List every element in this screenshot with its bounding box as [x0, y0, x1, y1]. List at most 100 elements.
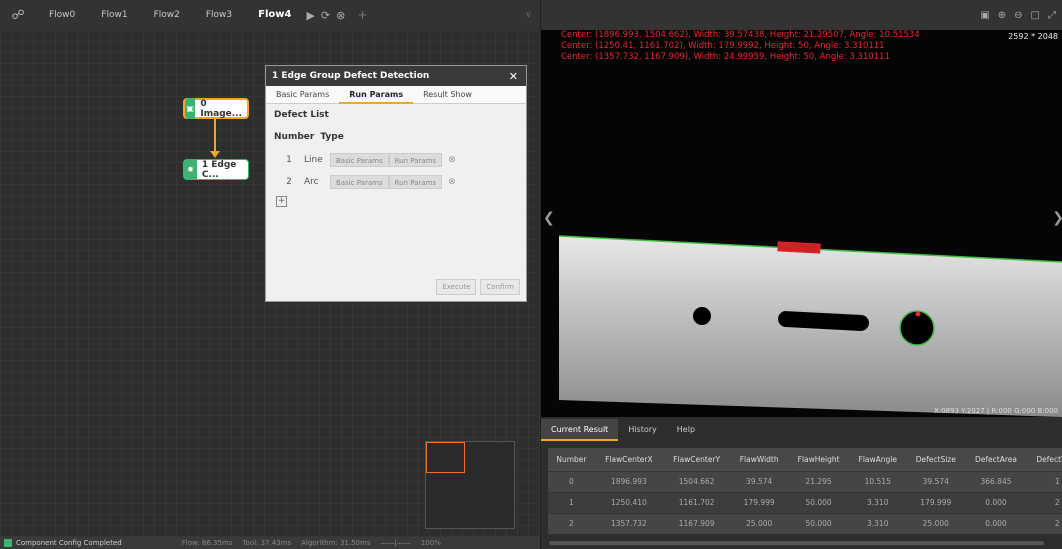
table-cell: 50.000 — [787, 491, 850, 513]
table-cell: 1161.702 — [662, 491, 731, 513]
table-cell: 1 — [548, 491, 595, 513]
tab-flow1[interactable]: Flow1 — [88, 0, 140, 30]
algorithm-time: Algorithm: 31.50ms — [301, 539, 371, 547]
dialog-titlebar[interactable]: 1 Edge Group Defect Detection ✕ — [266, 66, 526, 86]
basic-params-button[interactable]: Basic Params — [330, 175, 389, 189]
edge-defect-dialog: 1 Edge Group Defect Detection ✕ Basic Pa… — [265, 65, 527, 302]
tab-flow3[interactable]: Flow3 — [193, 0, 245, 30]
edge-tool-icon: ✸ — [184, 159, 197, 180]
basic-params-button[interactable]: Basic Params — [330, 153, 389, 167]
flow-time: Flow: 86.35ms — [181, 539, 233, 547]
tab-flow4[interactable]: Flow4 — [245, 0, 304, 30]
slot — [776, 309, 871, 333]
chevron-right-icon[interactable]: ❯ — [1052, 210, 1062, 226]
expand-icon[interactable]: ⤢ — [1048, 10, 1056, 21]
defect-number: 2 — [286, 177, 292, 187]
defect-row: 1 Line Basic Params Run Params ⊗ — [274, 152, 518, 168]
zoom-in-icon[interactable]: ⊕ — [998, 10, 1006, 21]
table-row[interactable]: 0 1896.993 1504.662 39.574 21.295 10.515… — [548, 470, 1062, 492]
defect-type: Arc — [304, 177, 319, 187]
image-view[interactable]: Center: (1896.993, 1504.662), Width: 39.… — [541, 30, 1062, 417]
table-cell: 1 — [1026, 470, 1062, 492]
tab-run-params[interactable]: Run Params — [339, 86, 414, 104]
flow-tree-icon[interactable]: ☍ — [0, 8, 36, 23]
table-cell: 2 — [1026, 512, 1062, 534]
tab-current-result[interactable]: Current Result — [541, 419, 619, 441]
table-cell: 1504.662 — [662, 470, 731, 492]
table-cell: 0.000 — [965, 512, 1027, 534]
tab-basic-params[interactable]: Basic Params — [266, 86, 339, 104]
image-dimensions: 2592 * 2048 — [1008, 32, 1058, 41]
table-cell: 3.310 — [849, 491, 907, 513]
table-cell: 1357.732 — [594, 512, 663, 534]
hole-small — [693, 307, 711, 325]
tool-time: Tool: 37.43ms — [242, 539, 292, 547]
column-header[interactable]: FlawAngle — [849, 448, 907, 471]
zoom-level: 100% — [420, 539, 441, 547]
column-header[interactable]: FlawCenterX — [594, 448, 663, 471]
table-cell: 2 — [548, 512, 595, 534]
overlay-line: Center: (1250.41, 1161.702), Width: 179.… — [561, 41, 885, 51]
column-header[interactable]: DefectArea — [965, 448, 1027, 471]
column-header[interactable]: FlawWidth — [730, 448, 788, 471]
chevron-down-icon[interactable]: ∨ — [525, 10, 532, 20]
fit-view-icon[interactable]: ▣ — [980, 10, 989, 21]
confirm-button[interactable]: Confirm — [480, 279, 520, 295]
actual-size-icon[interactable]: □ — [1031, 10, 1040, 21]
node-image-source[interactable]: ▣ 0 Image... — [183, 98, 249, 119]
defect-list-heading: Defect List — [274, 110, 329, 120]
inspection-image — [541, 30, 1062, 417]
image-toolbar: ▣ ⊕ ⊖ □ ⤢ — [541, 0, 1062, 30]
add-flow-icon[interactable]: + — [357, 8, 367, 22]
column-header[interactable]: DefectSize — [906, 448, 966, 471]
table-row[interactable]: 2 1357.732 1167.909 25.000 50.000 3.310 … — [548, 512, 1062, 534]
column-header[interactable]: DefectType — [1026, 448, 1062, 471]
tab-flow0[interactable]: Flow0 — [36, 0, 88, 30]
chevron-left-icon[interactable]: ❮ — [543, 210, 555, 226]
table-header-row: Number FlawCenterX FlawCenterY FlawWidth… — [548, 448, 1062, 471]
run-params-button[interactable]: Run Params — [388, 153, 443, 167]
status-ok-icon — [4, 539, 12, 547]
table-row[interactable]: 1 1250.410 1161.702 179.999 50.000 3.310… — [548, 491, 1062, 513]
column-header[interactable]: Number — [548, 448, 595, 471]
tab-help[interactable]: Help — [667, 419, 705, 441]
minimap-viewport[interactable] — [426, 442, 465, 473]
tab-result-show[interactable]: Result Show — [413, 86, 482, 104]
zoom-out-icon[interactable]: ⊖ — [1014, 10, 1022, 21]
scrollbar-thumb[interactable] — [549, 541, 1044, 545]
stop-icon[interactable]: ⊗ — [336, 9, 345, 22]
tab-history[interactable]: History — [618, 419, 666, 441]
table-scrollbar[interactable] — [541, 537, 1062, 549]
run-params-button[interactable]: Run Params — [388, 175, 443, 189]
remove-icon[interactable]: ⊗ — [448, 177, 456, 187]
pixel-info: X:0893 Y:2027 | R:000 G:000 B:000 — [933, 407, 1058, 415]
overlay-line: Center: (1357.732, 1167.909), Width: 24.… — [561, 52, 890, 62]
table-cell: 1250.410 — [594, 491, 663, 513]
remove-icon[interactable]: ⊗ — [448, 155, 456, 165]
run-once-icon[interactable]: ▶ — [306, 9, 314, 22]
column-header[interactable]: FlawHeight — [787, 448, 850, 471]
table-cell: 10.515 — [849, 470, 907, 492]
node-label: 1 Edge C... — [201, 159, 237, 180]
close-icon[interactable]: ✕ — [509, 70, 526, 83]
result-table-container: Number FlawCenterX FlawCenterY FlawWidth… — [541, 441, 1062, 537]
result-tabs: Current Result History Help — [541, 417, 1062, 441]
defect-number: 1 — [286, 155, 292, 165]
table-cell: 179.999 — [906, 491, 966, 513]
tab-flow2[interactable]: Flow2 — [141, 0, 193, 30]
node-label: 0 Image... — [200, 98, 243, 119]
defect-row: 2 Arc Basic Params Run Params ⊗ — [274, 174, 518, 190]
table-cell: 21.295 — [787, 470, 850, 492]
status-bar: Component Config Completed Flow: 86.35ms… — [0, 537, 540, 549]
image-icon: ▣ — [185, 98, 196, 119]
canvas-minimap[interactable] — [425, 441, 515, 529]
zoom-slider[interactable]: ——|—— — [380, 539, 410, 547]
table-cell: 50.000 — [787, 512, 850, 534]
add-defect-icon[interactable]: + — [276, 196, 287, 207]
node-edge-check[interactable]: ✸ 1 Edge C... — [183, 159, 249, 180]
execute-button[interactable]: Execute — [436, 279, 477, 295]
table-cell: 1167.909 — [662, 512, 731, 534]
column-header[interactable]: FlawCenterY — [662, 448, 731, 471]
run-loop-icon[interactable]: ⟳ — [321, 9, 330, 22]
connector-arrow — [210, 151, 220, 158]
